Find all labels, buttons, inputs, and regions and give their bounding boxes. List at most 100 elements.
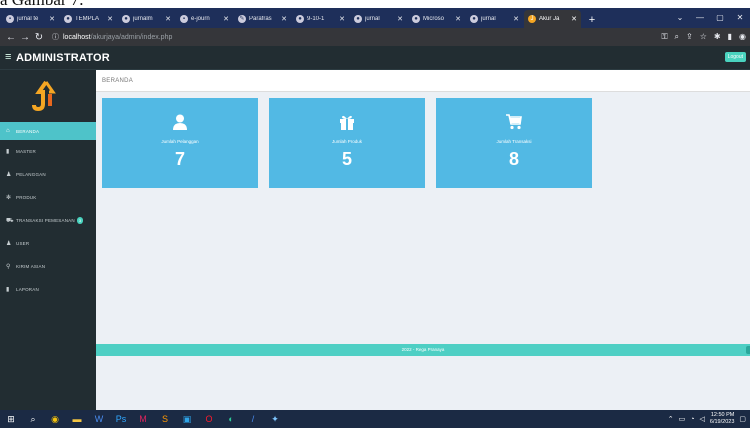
app-icon[interactable]: /: [242, 410, 264, 428]
card-value: 8: [508, 149, 519, 169]
extensions-icon[interactable]: ✱: [714, 32, 721, 42]
close-icon[interactable]: ✕: [513, 15, 519, 23]
zoom-icon[interactable]: ⌕: [675, 32, 679, 42]
gear-icon: ✻: [6, 194, 12, 201]
breadcrumb: BERANDA: [96, 70, 750, 92]
hamburger-icon[interactable]: ≡: [5, 51, 11, 63]
sidepanel-icon[interactable]: ▮: [728, 32, 732, 42]
url-field[interactable]: ⓘ localhost/akurjaya/admin/index.php: [52, 32, 172, 42]
system-tray: ⌃ ▭ ◔ ◁ 12:50 PM 6/19/2023 ▢: [668, 410, 746, 428]
app-icon[interactable]: ✦: [264, 410, 286, 428]
close-icon[interactable]: ✕: [281, 15, 287, 23]
card-value: 7: [174, 149, 185, 169]
browser-tab[interactable]: ● 9-10-1 ✕: [292, 10, 349, 28]
sidebar-item-laporan[interactable]: ▮ LAPORAN: [0, 278, 96, 301]
page-icon: ▪: [6, 15, 14, 23]
minimize-icon[interactable]: —: [690, 8, 710, 28]
edge-icon[interactable]: ◐: [220, 410, 242, 428]
logout-button[interactable]: Logout: [724, 52, 746, 62]
card-label: Jumlah Transaksi: [496, 139, 532, 144]
close-icon[interactable]: ✕: [455, 15, 461, 23]
browser-tab[interactable]: ● Microso ✕: [408, 10, 465, 28]
chevron-up-icon[interactable]: ⌃: [668, 415, 674, 423]
card-label: Jumlah Produk: [331, 139, 362, 144]
browser-tab[interactable]: ▪ e-journ ✕: [176, 10, 233, 28]
globe-icon: ●: [354, 15, 362, 23]
photoshop-icon[interactable]: Ps: [110, 410, 132, 428]
notification-icon[interactable]: ▢: [739, 415, 746, 423]
new-tab-button[interactable]: +: [584, 12, 600, 28]
stat-card-transaksi: Jumlah Transaksi 8: [436, 98, 592, 188]
sidebar-item-master[interactable]: ▮ MASTER: [0, 140, 96, 163]
pdf-icon: ▪: [180, 15, 188, 23]
share-icon[interactable]: ⇪: [686, 32, 693, 42]
reload-icon[interactable]: ↻: [32, 32, 46, 43]
browser-tab[interactable]: ● jurnal ✕: [466, 10, 523, 28]
globe-icon: ●: [470, 15, 478, 23]
count-badge: 3: [76, 217, 84, 224]
browser-tab[interactable]: ● jurnalm ✕: [118, 10, 175, 28]
app-icon[interactable]: M: [132, 410, 154, 428]
browser-tab[interactable]: ● jurnal ✕: [350, 10, 407, 28]
sidebar-item-pelanggan[interactable]: ♟ PELANGGAN: [0, 163, 96, 186]
screen: a Gambar 7. ▪jurnal te✕ ●TEMPLA✕ ●jurnal…: [0, 0, 750, 428]
taskbar: ⊞ ⌕ ◉ ▬ W Ps M S ▣ O ◐ / ✦ ⌃ ▭ ◔ ◁ 12:50…: [0, 410, 750, 428]
sublime-icon[interactable]: S: [154, 410, 176, 428]
profile-avatar[interactable]: ◉: [739, 32, 746, 42]
scroll-tab[interactable]: [746, 346, 750, 354]
close-icon[interactable]: ✕: [571, 15, 577, 23]
browser-tab[interactable]: ▪ jurnal te ✕: [2, 10, 59, 28]
sidebar-item-produk[interactable]: ✻ PRODUK: [0, 186, 96, 209]
close-icon[interactable]: ✕: [107, 15, 113, 23]
close-icon[interactable]: ✕: [730, 8, 750, 28]
browser-tab[interactable]: ✎ Parafras ✕: [234, 10, 291, 28]
page-footer: 2022 - Rega Pranaya: [96, 344, 750, 356]
user-icon: ♟: [6, 171, 12, 178]
app-title: ADMINISTRATOR: [16, 52, 110, 64]
logo-icon: J: [528, 15, 536, 23]
file-icon: ▮: [6, 148, 10, 155]
cart-icon: ⛟: [6, 217, 14, 224]
chrome-icon[interactable]: ◉: [44, 410, 66, 428]
word-icon[interactable]: W: [88, 410, 110, 428]
maximize-icon[interactable]: ▢: [710, 8, 730, 28]
sidebar-item-user[interactable]: ♟ USER: [0, 232, 96, 255]
clock[interactable]: 12:50 PM 6/19/2023: [710, 412, 734, 426]
main-content: BERANDA Jumlah Pelanggan 7 Jumlah Produk…: [96, 70, 750, 410]
sidebar-item-kirim[interactable]: ⚲ KIRIM ASIAN: [0, 255, 96, 278]
key-icon[interactable]: ⚿: [661, 32, 667, 42]
user-icon: ♟: [6, 240, 12, 247]
star-icon[interactable]: ☆: [700, 32, 707, 42]
close-icon[interactable]: ✕: [165, 15, 171, 23]
wifi-icon[interactable]: ◔: [690, 416, 694, 423]
close-icon[interactable]: ✕: [397, 15, 403, 23]
back-icon[interactable]: ←: [4, 32, 18, 43]
info-icon[interactable]: ⓘ: [52, 32, 59, 42]
volume-icon[interactable]: ◁: [700, 415, 705, 423]
search-icon[interactable]: ⌕: [22, 410, 44, 428]
window-controls: ⌄ — ▢ ✕: [670, 8, 750, 28]
close-icon[interactable]: ✕: [223, 15, 229, 23]
close-icon[interactable]: ✕: [339, 15, 345, 23]
footer-text: 2022 - Rega Pranaya: [401, 347, 445, 352]
url-host: localhost: [63, 33, 91, 41]
quill-icon: ✎: [238, 15, 246, 23]
forward-icon[interactable]: →: [18, 32, 32, 43]
sidebar-item-beranda[interactable]: ⌂ BERANDA: [0, 122, 96, 140]
photos-icon[interactable]: ▣: [176, 410, 198, 428]
globe-icon: ●: [64, 15, 72, 23]
browser-tab-active[interactable]: J Akur Ja ✕: [524, 10, 581, 28]
sidebar-item-transaksi[interactable]: ⛟ TRANSAKSI PEMESANAN 3: [0, 209, 96, 232]
address-bar: ← → ↻ ⓘ localhost/akurjaya/admin/index.p…: [0, 28, 750, 46]
close-icon[interactable]: ✕: [49, 15, 55, 23]
file-explorer-icon[interactable]: ▬: [66, 410, 88, 428]
chevron-down-icon[interactable]: ⌄: [670, 8, 690, 28]
battery-icon[interactable]: ▭: [679, 415, 686, 423]
windows-start-icon[interactable]: ⊞: [0, 410, 22, 428]
brand-logo: [32, 80, 56, 112]
browser-tab[interactable]: ● TEMPLA ✕: [60, 10, 117, 28]
sidebar-menu: ⌂ BERANDA ▮ MASTER ♟ PELANGGAN ✻ PRODUK ⛟ TRA…: [0, 122, 96, 301]
opera-icon[interactable]: O: [198, 410, 220, 428]
stat-card-pelanggan: Jumlah Pelanggan 7: [102, 98, 258, 188]
url-path: /akurjaya/admin/index.php: [90, 33, 173, 41]
